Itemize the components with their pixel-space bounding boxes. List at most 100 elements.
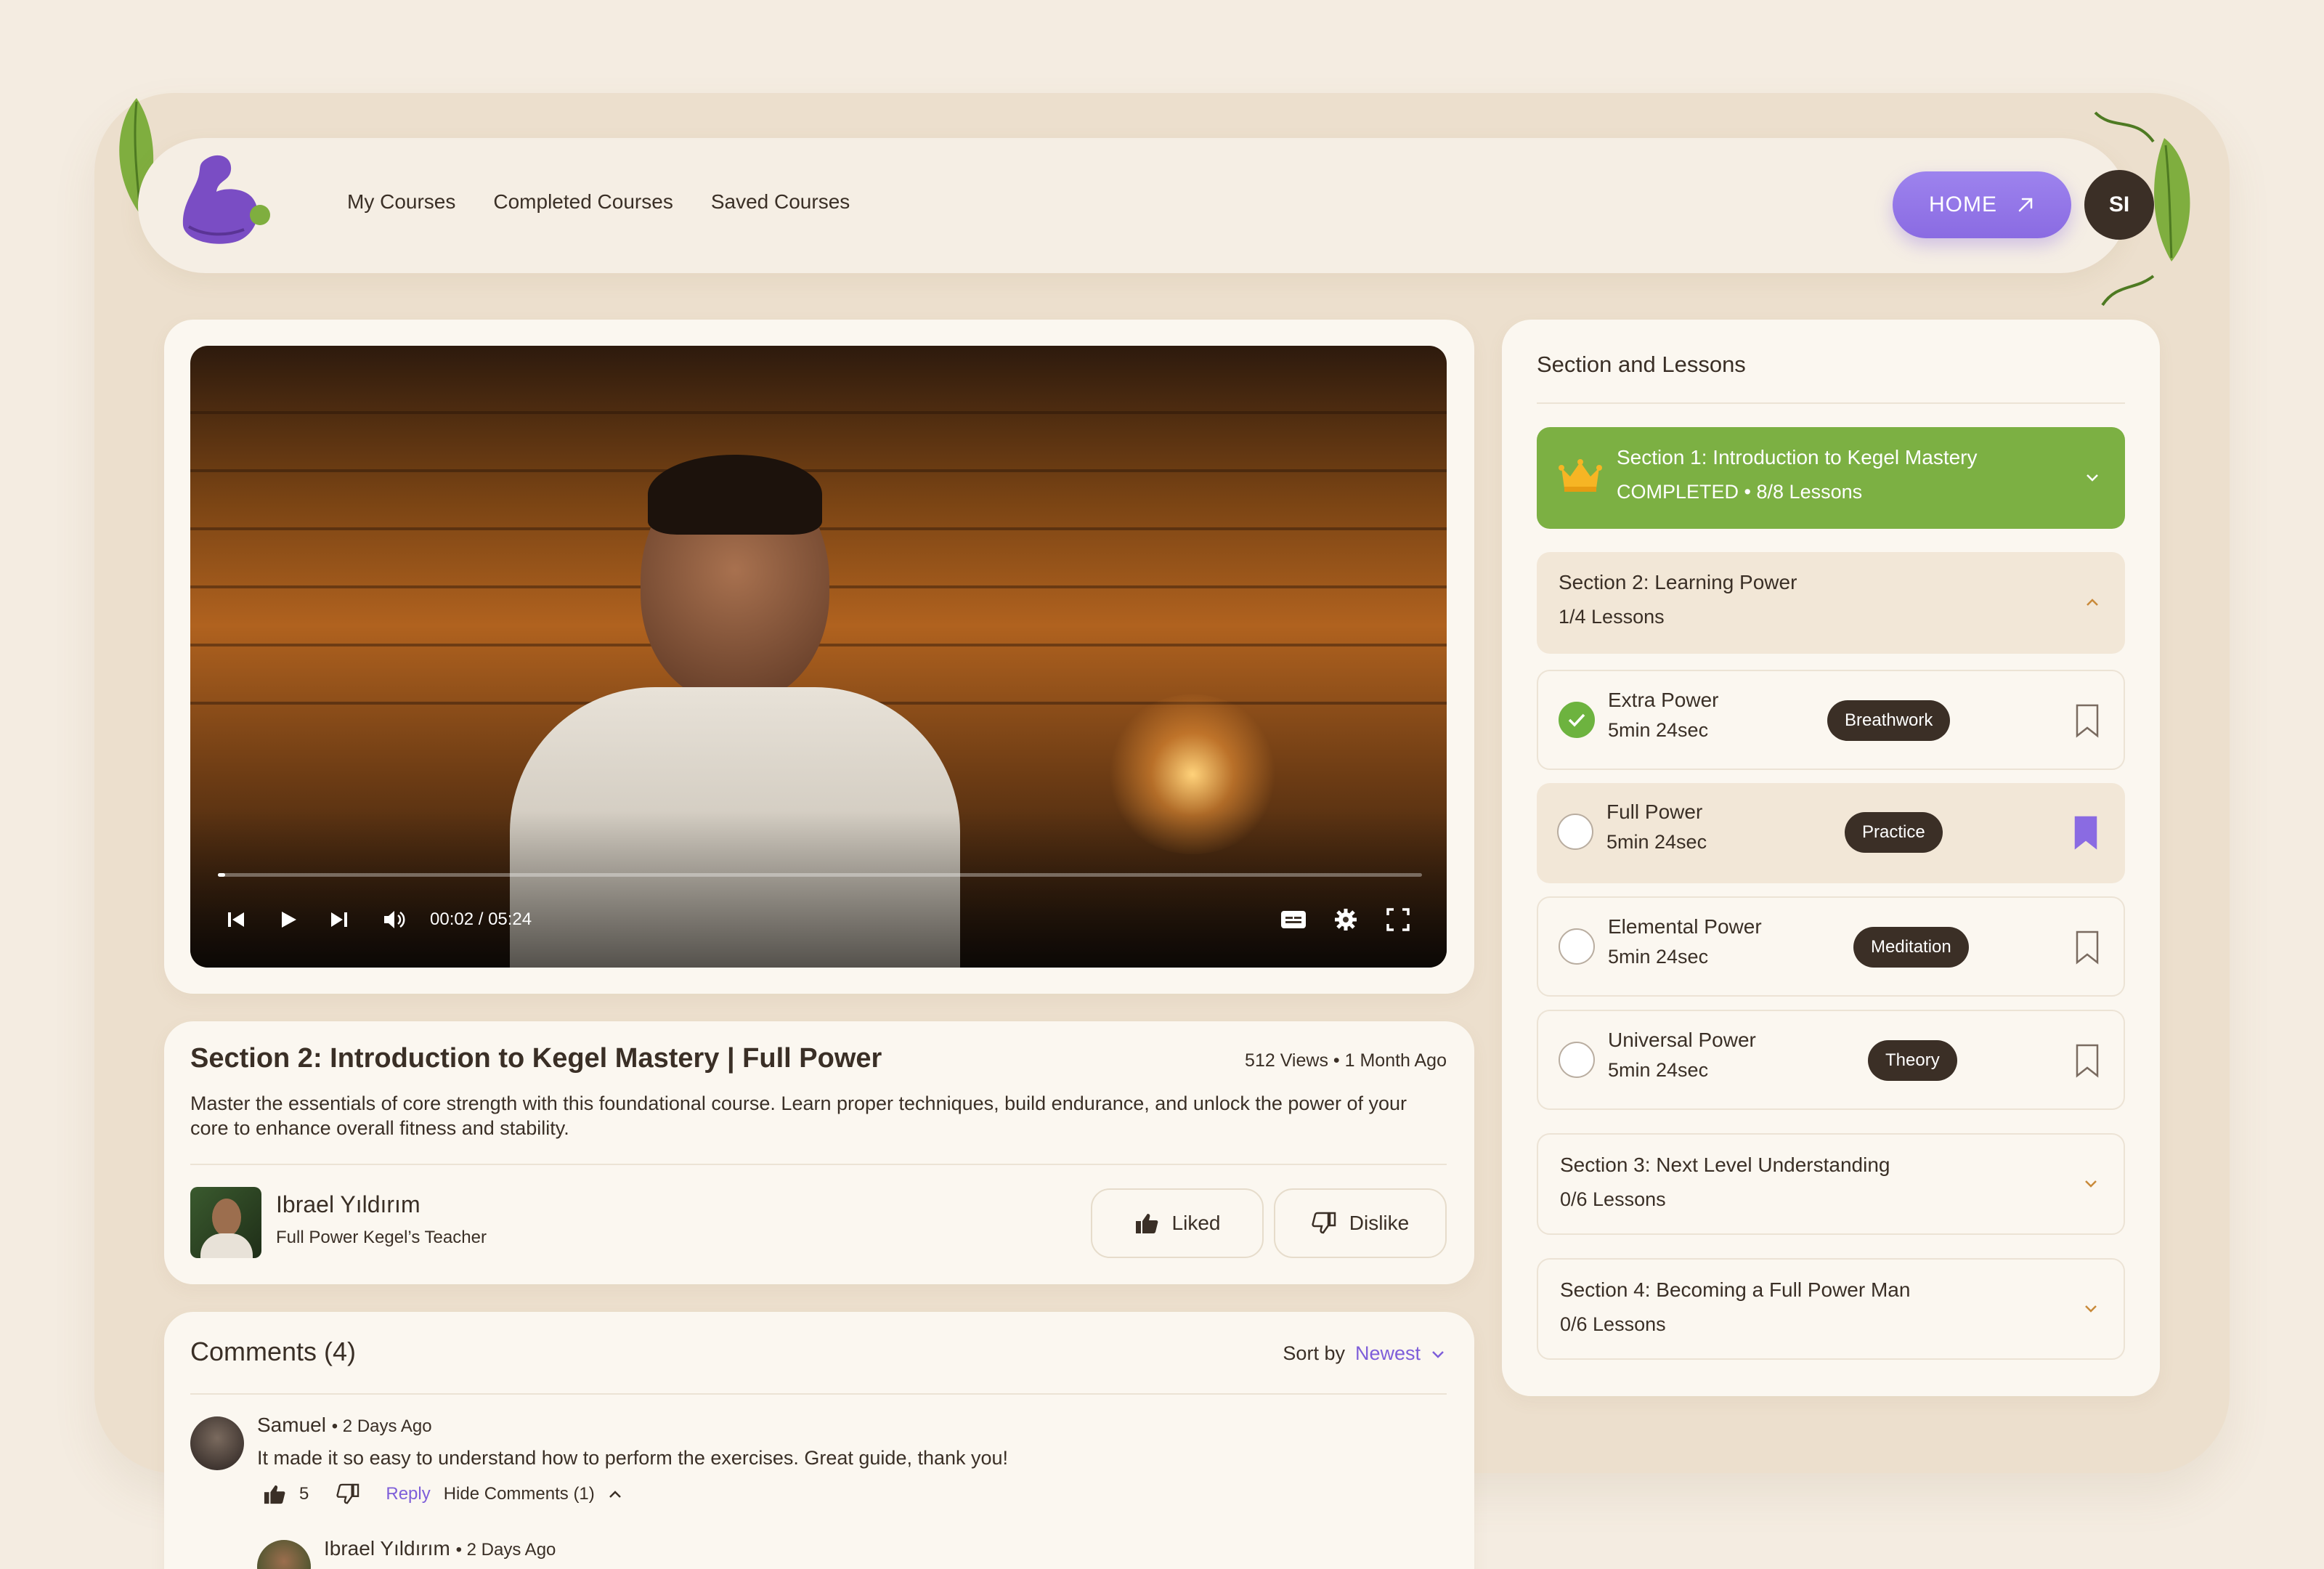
comment-avatar[interactable] <box>190 1416 244 1470</box>
lesson-title: Section 2: Introduction to Kegel Mastery… <box>190 1043 882 1074</box>
arrow-up-right-icon <box>2018 198 2033 212</box>
dislike-button[interactable]: Dislike <box>1274 1188 1447 1258</box>
crown-icon <box>1559 459 1602 492</box>
user-avatar[interactable]: SI <box>2084 170 2154 240</box>
chevron-down-icon <box>2085 1305 2097 1313</box>
posted-date: 1 Month Ago <box>1344 1050 1447 1071</box>
skip-back-icon[interactable] <box>225 905 247 934</box>
meta-separator: • <box>1333 1050 1345 1071</box>
comment-separator: • <box>331 1416 343 1436</box>
lesson-meta: 512 Views • 1 Month Ago <box>1245 1050 1447 1071</box>
sort-label: Sort by <box>1283 1342 1345 1364</box>
lesson-duration: 5min 24sec <box>1608 946 1709 968</box>
divider <box>190 1164 1447 1165</box>
bookmark-icon[interactable] <box>2074 1043 2100 1078</box>
lesson-title: Extra Power <box>1608 689 1719 711</box>
home-button-label: HOME <box>1929 192 1997 216</box>
lesson-duration: 5min 24sec <box>1606 831 1707 853</box>
settings-gear-icon[interactable] <box>1333 905 1358 934</box>
lesson-title: Universal Power <box>1608 1029 1756 1051</box>
divider <box>190 1393 1447 1395</box>
status-separator: • <box>1744 481 1757 503</box>
section-1-status: COMPLETED <box>1617 481 1739 503</box>
video-progress-bar[interactable] <box>218 873 1422 877</box>
reply-time: 2 Days Ago <box>466 1540 556 1560</box>
section-3-title: Section 3: Next Level Understanding <box>1560 1154 1890 1176</box>
chevron-down-icon <box>2085 1180 2097 1188</box>
incomplete-circle-icon[interactable] <box>1559 928 1595 965</box>
section-1-progress: COMPLETED • 8/8 Lessons <box>1617 481 1862 503</box>
captions-icon[interactable] <box>1280 905 1307 934</box>
reply-author[interactable]: Ibrael Yıldırım <box>324 1537 450 1560</box>
reply-separator: • <box>455 1540 467 1560</box>
thumbs-down-icon[interactable] <box>336 1483 359 1505</box>
incomplete-circle-icon[interactable] <box>1559 1042 1595 1078</box>
nav-my-courses[interactable]: My Courses <box>347 190 455 214</box>
thumbs-up-icon[interactable] <box>263 1483 286 1505</box>
sections-lessons-panel: Section and Lessons Section 1: Introduct… <box>1502 320 2160 1396</box>
video-bottom-shade <box>190 811 1447 968</box>
section-4-title: Section 4: Becoming a Full Power Man <box>1560 1278 1911 1301</box>
comments-card: Comments (4) Sort by Newest Samuel • 2 D… <box>164 1312 1474 1569</box>
nav-completed-courses[interactable]: Completed Courses <box>493 190 673 214</box>
lesson-elemental-power[interactable]: Elemental Power 5min 24sec Meditation <box>1537 896 2125 997</box>
completed-check-icon[interactable] <box>1559 702 1595 738</box>
divider <box>1537 402 2125 404</box>
bookmark-filled-icon[interactable] <box>2073 815 2099 850</box>
chevron-up-icon[interactable] <box>608 1489 622 1499</box>
incomplete-circle-icon[interactable] <box>1557 814 1593 850</box>
volume-icon[interactable] <box>382 905 407 934</box>
sort-value: Newest <box>1354 1342 1421 1364</box>
presenter-hair <box>648 455 822 535</box>
main-nav: My Courses Completed Courses Saved Cours… <box>347 190 850 214</box>
comment-header: Samuel • 2 Days Ago <box>257 1414 432 1437</box>
reply-avatar[interactable] <box>257 1540 311 1569</box>
teacher-name[interactable]: Ibrael Yıldırım <box>276 1191 420 1218</box>
chevron-down-icon <box>2087 474 2098 482</box>
lesson-full-power[interactable]: Full Power 5min 24sec Practice <box>1537 783 2125 883</box>
lesson-extra-power[interactable]: Extra Power 5min 24sec Breathwork <box>1537 670 2125 770</box>
section-2-lessons: 1/4 Lessons <box>1559 606 1665 628</box>
section-2-header[interactable]: Section 2: Learning Power 1/4 Lessons <box>1537 552 2125 654</box>
video-player[interactable]: 00:02 / 05:24 <box>190 346 1447 968</box>
video-card: 00:02 / 05:24 <box>164 320 1474 994</box>
teacher-role: Full Power Kegel’s Teacher <box>276 1228 487 1247</box>
skip-forward-icon[interactable] <box>328 905 350 934</box>
video-time: 00:02 / 05:24 <box>430 909 532 929</box>
section-1-header[interactable]: Section 1: Introduction to Kegel Mastery… <box>1537 427 2125 529</box>
section-3-header[interactable]: Section 3: Next Level Understanding 0/6 … <box>1537 1133 2125 1235</box>
hide-comments-toggle[interactable]: Hide Comments (1) <box>444 1484 595 1504</box>
lesson-title: Elemental Power <box>1608 915 1762 938</box>
flexed-arm-logo-icon[interactable] <box>174 145 290 262</box>
lesson-universal-power[interactable]: Universal Power 5min 24sec Theory <box>1537 1010 2125 1110</box>
section-4-header[interactable]: Section 4: Becoming a Full Power Man 0/6… <box>1537 1258 2125 1360</box>
teacher-avatar[interactable] <box>190 1187 261 1258</box>
section-1-lessons: 8/8 Lessons <box>1756 481 1863 503</box>
teacher-avatar-face <box>212 1199 241 1236</box>
lesson-info-card: Section 2: Introduction to Kegel Mastery… <box>164 1021 1474 1284</box>
thumbs-down-icon <box>1312 1212 1336 1234</box>
comment-actions: 5 Reply Hide Comments (1) <box>263 1483 622 1505</box>
section-1-title: Section 1: Introduction to Kegel Mastery <box>1617 446 1978 469</box>
liked-button[interactable]: Liked <box>1091 1188 1264 1258</box>
teacher-avatar-body <box>200 1233 253 1258</box>
section-4-lessons: 0/6 Lessons <box>1560 1313 1666 1335</box>
lesson-duration: 5min 24sec <box>1608 719 1709 741</box>
fullscreen-icon[interactable] <box>1386 905 1410 934</box>
thumbs-up-icon <box>1135 1214 1158 1233</box>
comment-author[interactable]: Samuel <box>257 1414 326 1436</box>
play-icon[interactable] <box>277 905 299 934</box>
reply-link[interactable]: Reply <box>386 1484 430 1504</box>
home-button[interactable]: HOME <box>1893 171 2071 238</box>
reply-header: Ibrael Yıldırım • 2 Days Ago <box>324 1537 556 1560</box>
section-2-title: Section 2: Learning Power <box>1559 571 1797 593</box>
nav-saved-courses[interactable]: Saved Courses <box>711 190 850 214</box>
dislike-label: Dislike <box>1349 1212 1410 1234</box>
lesson-tag: Practice <box>1845 812 1943 853</box>
liked-label: Liked <box>1171 1212 1221 1234</box>
sort-dropdown[interactable]: Sort by Newest <box>1283 1342 1445 1365</box>
lesson-title: Full Power <box>1606 800 1703 823</box>
bookmark-icon[interactable] <box>2074 930 2100 965</box>
bookmark-icon[interactable] <box>2074 703 2100 738</box>
lesson-tag: Theory <box>1868 1040 1957 1081</box>
